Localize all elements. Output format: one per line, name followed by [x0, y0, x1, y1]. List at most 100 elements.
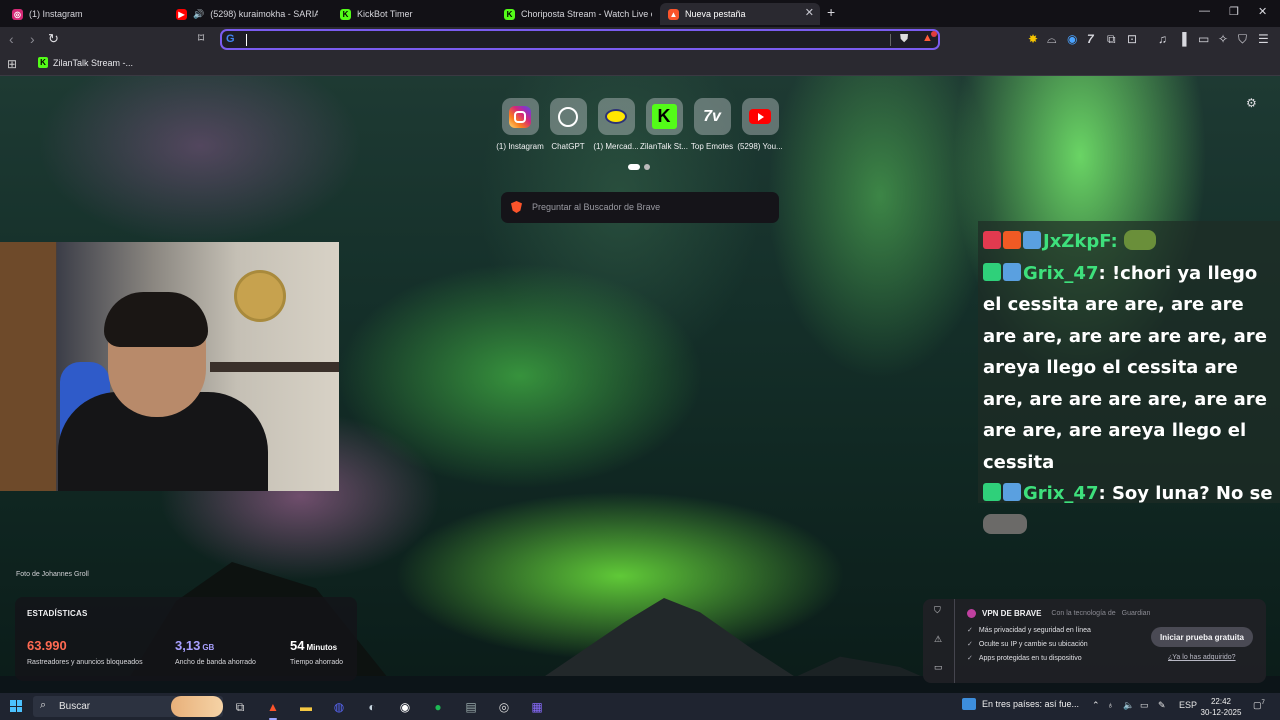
chat-text: Soy luna? No se	[1111, 483, 1273, 504]
stream-chat-overlay: JxZkpF: Grix_47: !chori ya llego el cess…	[978, 221, 1280, 534]
app-grid-icon[interactable]: ▦	[527, 697, 547, 717]
wallet-icon[interactable]: ▭	[1198, 32, 1209, 46]
minimize-icon[interactable]: —	[1199, 5, 1210, 17]
app-icon[interactable]: ◎	[494, 697, 514, 717]
check-icon: ✓	[967, 641, 973, 648]
news-text: En tres países: así fue...	[982, 699, 1080, 709]
brave-shields-icon[interactable]: ⛊	[900, 33, 908, 46]
webcam-door	[0, 242, 56, 491]
extensions-puzzle-icon[interactable]: ⧉	[1107, 32, 1116, 47]
chat-message: Grix_47: !chori ya llego el cessita are …	[983, 262, 1267, 473]
page-dot[interactable]	[644, 164, 650, 170]
camera-icon[interactable]: ▭	[934, 662, 943, 673]
tab-nueva-pestana[interactable]: ▲ Nueva pestaña ✕	[660, 3, 820, 25]
customize-gear-icon[interactable]: ⚙	[1246, 96, 1257, 110]
rocket-badge-icon	[983, 231, 1001, 249]
leo-ai-icon[interactable]: ✧	[1218, 32, 1228, 46]
stat-value: 3,13	[175, 638, 201, 653]
app-icon[interactable]: ▤	[461, 697, 481, 717]
vpn-shield-icon[interactable]: ⛉	[934, 605, 941, 616]
first-badge-icon	[983, 262, 1001, 281]
spotify-icon[interactable]: ●	[428, 697, 448, 717]
vpn-title: VPN DE BRAVE Con la tecnología de Guardi…	[967, 609, 1150, 618]
taskbar-search[interactable]: ⌕ Buscar	[33, 696, 223, 717]
url-input[interactable]	[244, 32, 884, 47]
reload-icon[interactable]: ↻	[48, 31, 59, 47]
check-icon: ✓	[967, 627, 973, 634]
stat-unit: GB	[202, 643, 215, 652]
extension-hat-icon[interactable]: ⌓	[1047, 32, 1057, 47]
microphone-icon[interactable]: ♁	[1107, 700, 1114, 710]
stat-label: Rastreadores y anuncios bloqueados	[27, 659, 143, 666]
bookmarks-bar: ⊞ K ZilanTalk Stream -...	[0, 53, 1280, 76]
brave-taskbar-icon[interactable]: ▲	[263, 697, 283, 720]
close-window-icon[interactable]: ✕	[1258, 5, 1267, 18]
stat-label: Tiempo ahorrado	[290, 659, 344, 666]
extension-7tv-icon[interactable]: 7	[1087, 32, 1094, 46]
7tv-icon: 7v	[703, 107, 721, 125]
close-tab-icon[interactable]: ✕	[805, 6, 814, 19]
clock[interactable]: 22:42 30-12-2025	[1199, 696, 1243, 718]
language-indicator[interactable]: ESP	[1179, 700, 1197, 710]
warning-icon[interactable]: ⚠	[934, 634, 942, 645]
top-site-youtube[interactable]: (5298) You...	[730, 98, 790, 151]
bookmark-zilantalk[interactable]: K ZilanTalk Stream -...	[38, 57, 133, 68]
audio-playing-icon[interactable]: 🔊	[193, 9, 204, 20]
sidebar-toggle-icon[interactable]: ▐	[1178, 32, 1187, 46]
brave-search-box[interactable]: Preguntar al Buscador de Brave	[501, 192, 779, 223]
steam-icon[interactable]: ◐	[362, 697, 382, 717]
battery-icon[interactable]: ▭	[1140, 700, 1149, 711]
discord-icon[interactable]: ◍	[329, 697, 349, 717]
extension-globe-icon[interactable]: ◉	[1067, 32, 1077, 46]
volume-icon[interactable]: 🔈	[1123, 700, 1134, 711]
tab-choriposta[interactable]: K Choriposta Stream - Watch Live on K	[496, 3, 652, 25]
menu-icon[interactable]: ☰	[1258, 32, 1269, 46]
already-purchased-link[interactable]: ¿Ya lo has adquirido?	[1168, 654, 1236, 661]
file-explorer-icon[interactable]: ▬	[296, 697, 316, 717]
stats-card: ESTADÍSTICAS 63.990 Rastreadores y anunc…	[15, 597, 357, 681]
vpn-shield-icon[interactable]: ⛉	[1238, 32, 1247, 47]
back-arrow-icon[interactable]: ‹	[9, 31, 14, 47]
tab-kickbot[interactable]: K KickBot Timer	[332, 3, 492, 25]
restore-icon[interactable]: ❐	[1229, 5, 1239, 18]
tab-title: Choriposta Stream - Watch Live on K	[521, 9, 652, 19]
windows-start-icon[interactable]	[10, 700, 22, 712]
task-view-icon[interactable]: ⧉	[230, 697, 250, 717]
forward-arrow-icon[interactable]: ›	[30, 31, 35, 47]
chat-username: JxZkpF	[1043, 231, 1111, 252]
bookmark-icon[interactable]: ⌑	[198, 31, 204, 45]
extension-star-icon[interactable]: ✸	[1028, 32, 1038, 46]
vpn-partner: Guardian	[1121, 610, 1151, 617]
obs-icon[interactable]: ◉	[395, 697, 415, 717]
stat-value: 63.990	[27, 638, 67, 653]
page-dot[interactable]	[628, 164, 640, 170]
screenshot-icon[interactable]: ⊡	[1127, 32, 1137, 46]
tab-instagram[interactable]: ◎ (1) Instagram	[4, 3, 164, 25]
youtube-icon: ▶	[176, 8, 187, 20]
news-widget[interactable]: En tres países: así fue...	[962, 698, 1079, 710]
chevron-up-icon[interactable]: ⌃	[1092, 700, 1100, 711]
webcam-wall-plate	[234, 270, 286, 322]
address-bar[interactable]: G ⛊ ▲	[220, 29, 940, 50]
apps-grid-icon[interactable]: ⊞	[7, 57, 17, 71]
taskbar: ⌕ Buscar ⧉ ▲ ▬ ◍ ◐ ◉ ● ▤ ◎ ▦ En tres paí…	[0, 693, 1280, 720]
url-separator	[890, 34, 891, 46]
notification-icon[interactable]: ▢7	[1253, 700, 1265, 711]
kick-icon: K	[504, 8, 515, 20]
photo-credit[interactable]: Foto de Johannes Groll	[16, 571, 89, 578]
sub-badge-icon	[1003, 483, 1021, 501]
start-trial-button[interactable]: Iniciar prueba gratuita	[1151, 627, 1253, 647]
media-music-icon[interactable]: ♫	[1158, 32, 1167, 46]
new-tab-button[interactable]: +	[827, 4, 835, 20]
pen-icon[interactable]: ✎	[1158, 700, 1166, 711]
vpn-powered-by: Con la tecnología de	[1051, 610, 1116, 617]
clock-date: 30-12-2025	[1200, 708, 1242, 717]
clock-time: 22:42	[1210, 697, 1232, 706]
brave-icon: ▲	[668, 8, 679, 20]
toolbar: ‹ › ↻ ⌑ G ⛊ ▲ ✸ ⌓ ◉ 7 ⧉ ⊡ ♫ ▐ ▭ ✧ ⛉ ☰	[0, 27, 1280, 53]
vpn-feature: ✓ Oculte su IP y cambie su ubicación	[967, 640, 1088, 649]
tab-youtube[interactable]: ▶ 🔊 (5298) kuraimokha - SARIA NO U	[168, 3, 318, 25]
sub-badge-icon	[1003, 262, 1021, 281]
vpn-feature-text: Oculte su IP y cambie su ubicación	[978, 640, 1088, 648]
taskbar-search-label: Buscar	[59, 701, 91, 712]
